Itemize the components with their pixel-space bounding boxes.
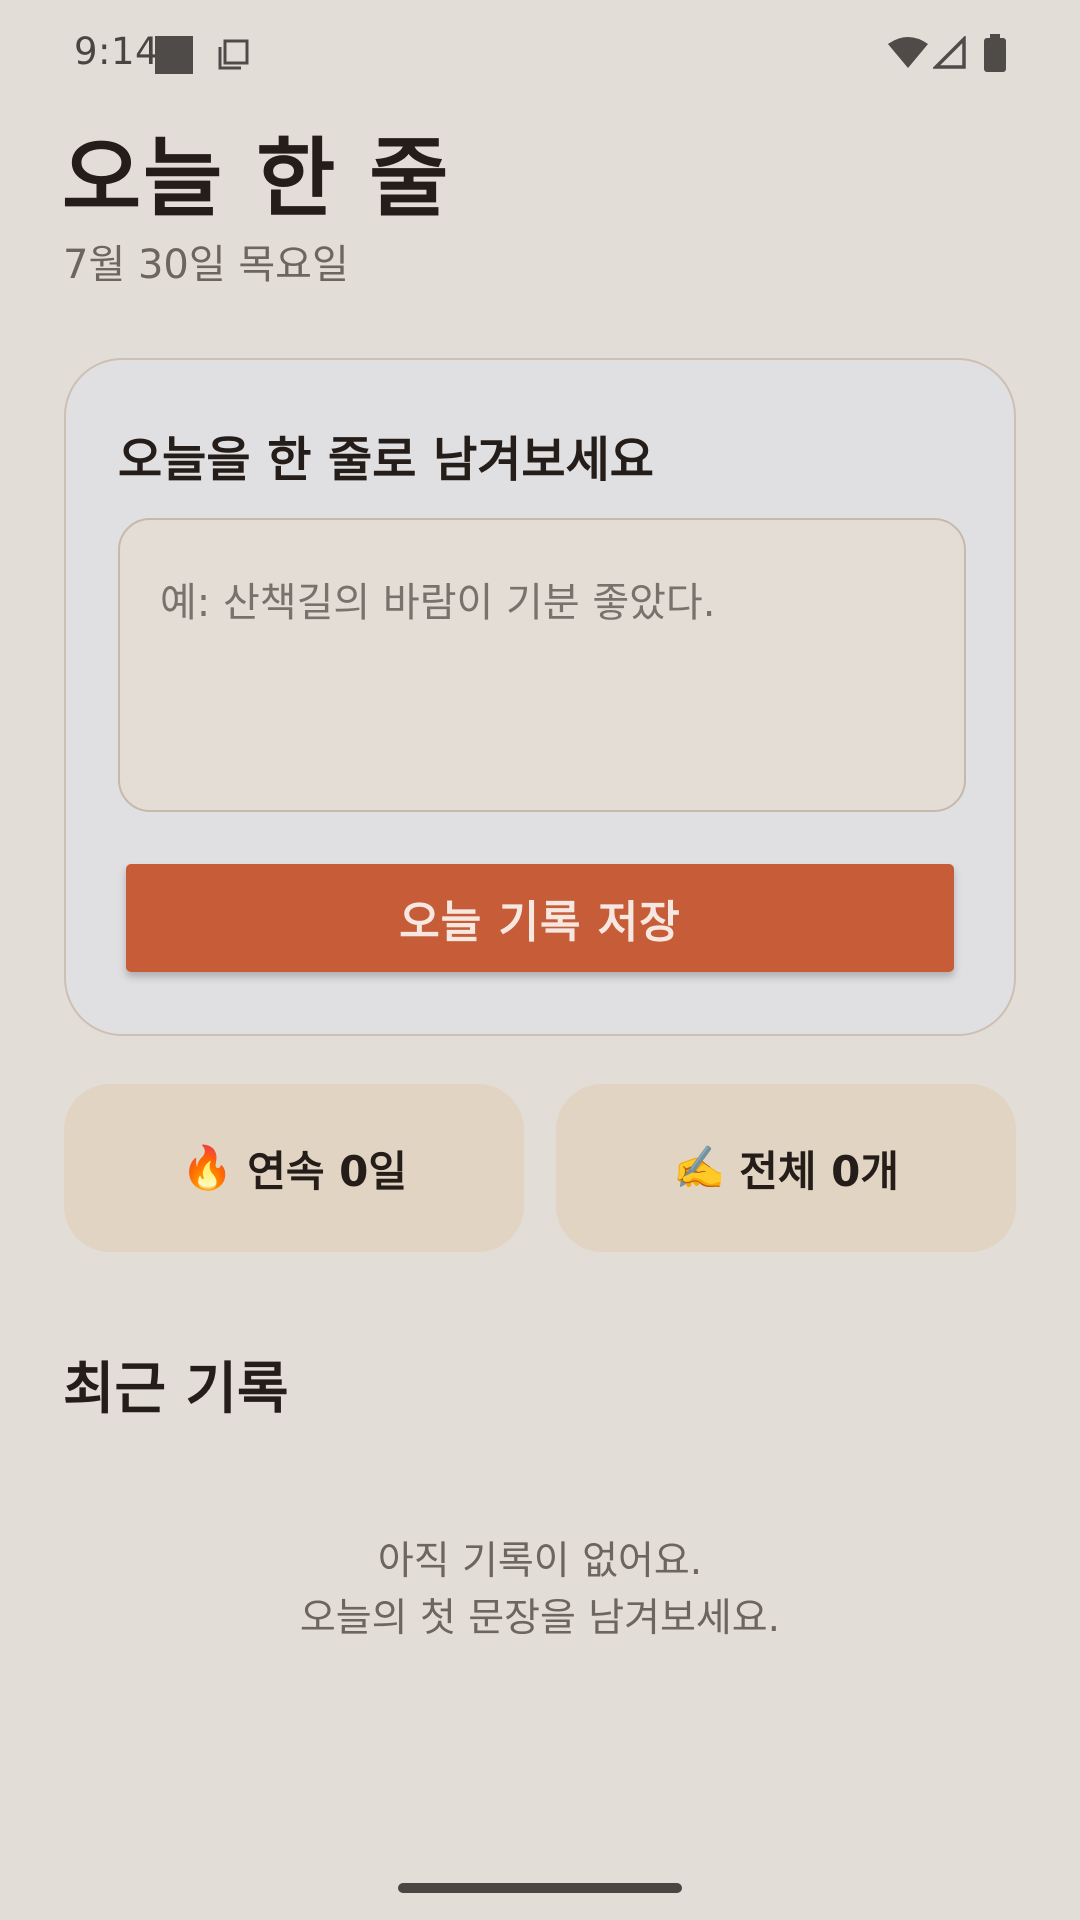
date-label: 7월 30일 목요일 [63, 242, 349, 288]
copy-icon [218, 39, 249, 70]
app-title: 오늘 한 줄 [62, 129, 451, 229]
entry-card: 오늘을 한 줄로 남겨보세요 오늘 기록 저장 [64, 358, 1016, 1036]
sim-icon [155, 36, 193, 74]
wifi-icon [888, 37, 928, 68]
home-indicator[interactable] [398, 1883, 682, 1893]
fire-icon: 🔥 [180, 1143, 234, 1192]
status-bar: 9:14 [0, 0, 1080, 106]
save-button[interactable]: 오늘 기록 저장 [126, 864, 954, 972]
empty-state-line-1: 아직 기록이 없어요. [377, 1539, 703, 1584]
recent-records-title: 최근 기록 [63, 1357, 289, 1422]
status-time: 9:14 [74, 30, 160, 73]
signal-icon [933, 36, 966, 69]
screen: 9:14 오늘 한 줄 7월 30일 목요일 오늘을 한 줄로 남겨보세요 오늘… [0, 0, 1080, 1920]
entry-card-title: 오늘을 한 줄로 남겨보세요 [118, 432, 654, 488]
streak-stat-label: 연속 0일 [247, 1146, 408, 1196]
empty-state-message: 아직 기록이 없어요. 오늘의 첫 문장을 남겨보세요. [0, 1533, 1080, 1647]
total-stat-label: 전체 0개 [739, 1146, 900, 1196]
streak-stat-card: 🔥 연속 0일 [64, 1084, 524, 1252]
writing-hand-icon: ✍️ [672, 1143, 726, 1192]
entry-input[interactable] [118, 518, 966, 812]
empty-state-line-2: 오늘의 첫 문장을 남겨보세요. [299, 1596, 781, 1641]
battery-icon [984, 34, 1006, 72]
total-stat-card: ✍️ 전체 0개 [556, 1084, 1016, 1252]
